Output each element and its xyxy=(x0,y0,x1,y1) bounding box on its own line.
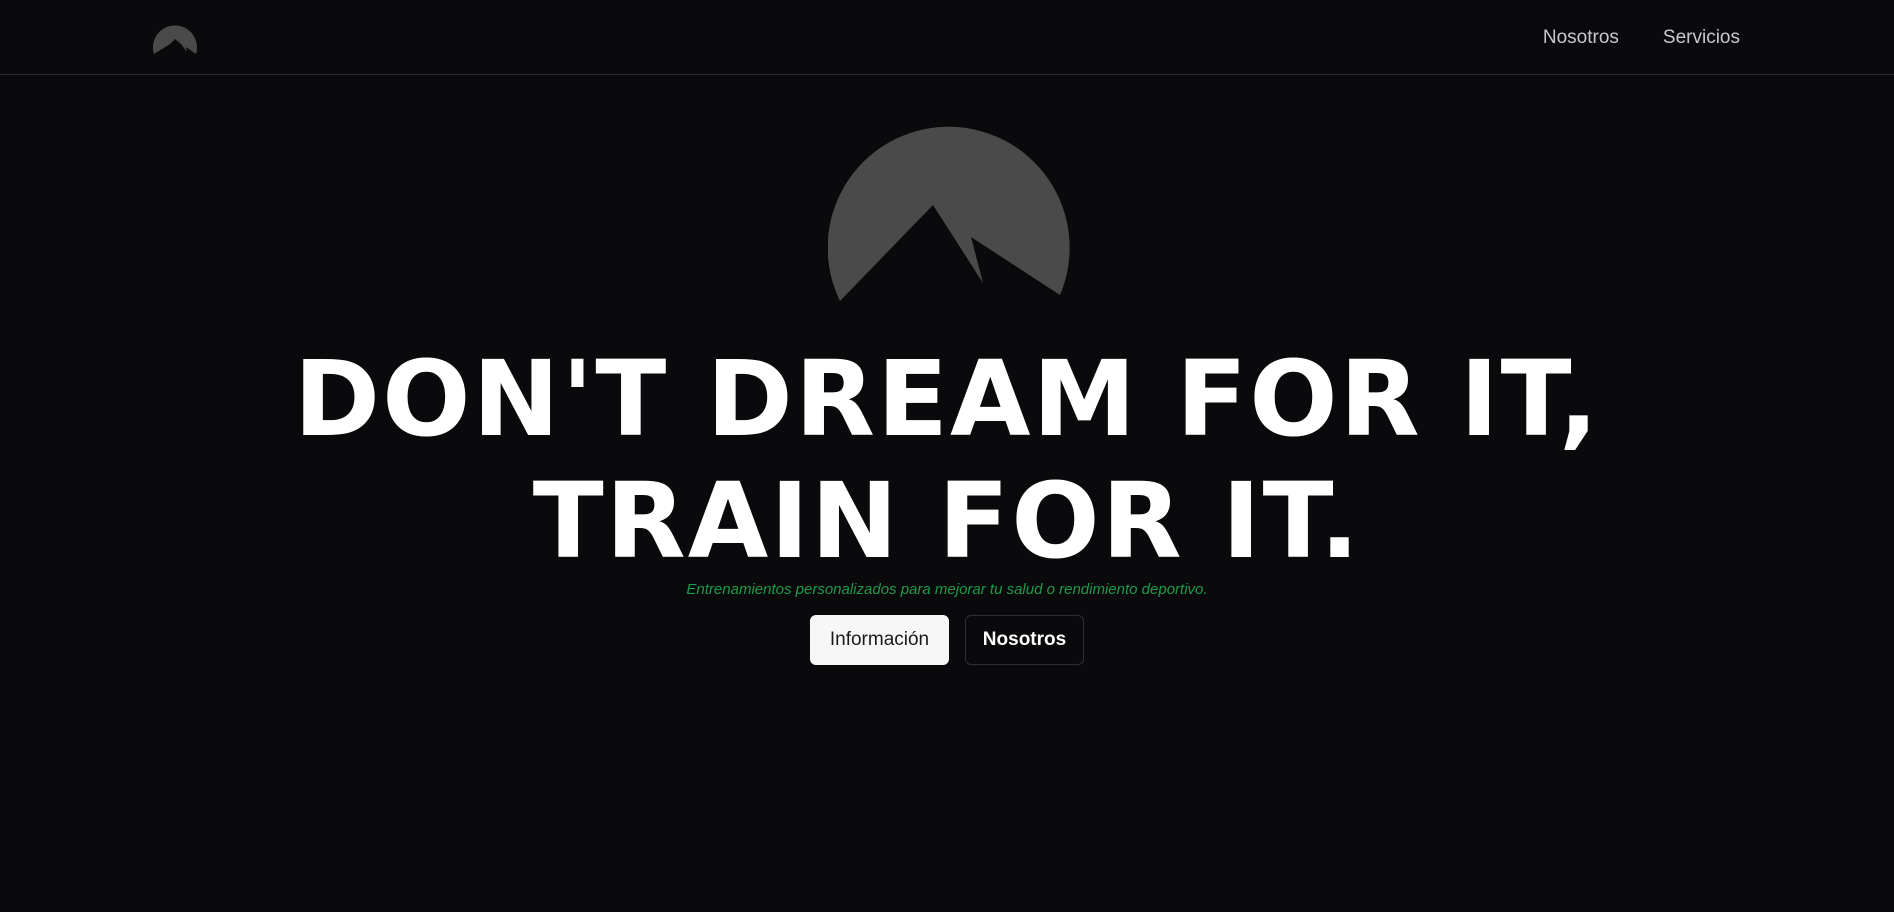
nav-links: Nosotros Servicios xyxy=(1543,0,1740,75)
navbar: Nosotros Servicios xyxy=(0,0,1894,75)
headline-line-1: DON'T DREAM FOR IT, xyxy=(293,338,1601,460)
mountain-logo-icon xyxy=(828,126,1070,301)
informacion-button[interactable]: Información xyxy=(810,615,949,665)
hero-headline: DON'T DREAM FOR IT, TRAIN FOR IT. xyxy=(0,338,1894,582)
nav-link-servicios[interactable]: Servicios xyxy=(1663,27,1740,49)
nosotros-button[interactable]: Nosotros xyxy=(965,615,1084,665)
nav-link-nosotros[interactable]: Nosotros xyxy=(1543,27,1619,49)
headline-line-2: TRAIN FOR IT. xyxy=(532,460,1362,582)
hero-subtitle: Entrenamientos personalizados para mejor… xyxy=(686,581,1208,598)
mountain-logo-icon[interactable] xyxy=(151,19,199,57)
hero-buttons: Información Nosotros xyxy=(0,615,1894,665)
